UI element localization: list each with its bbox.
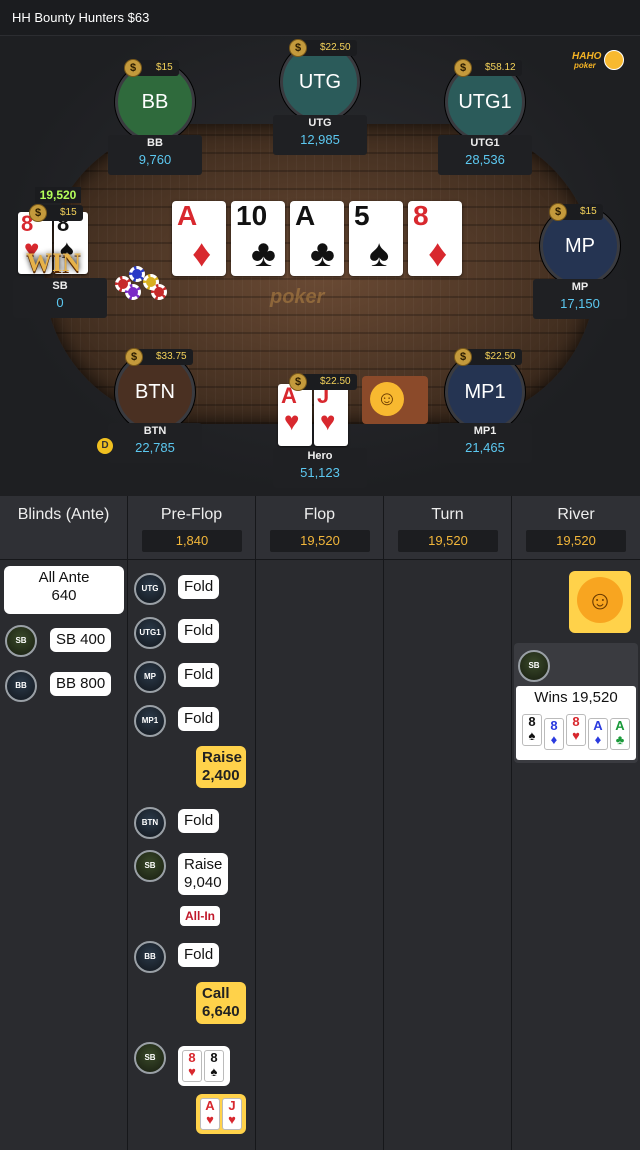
hero-raise-bubble: Raise 2,400 xyxy=(196,746,246,788)
seat-sb-plate: SB 0 xyxy=(13,278,107,318)
all-in-badge: All-In xyxy=(180,906,220,926)
table-title: HH Bounty Hunters $63 xyxy=(12,10,150,25)
seat-mp-plate: MP 17,150 xyxy=(533,279,627,319)
seat-utg-plate: UTG 12,985 xyxy=(273,115,367,155)
money-bag-icon: $ xyxy=(454,348,472,366)
brand-mascot-icon xyxy=(604,50,624,70)
avatar-sb: SB xyxy=(5,625,37,657)
mini-card: 8 ♥ xyxy=(182,1050,202,1082)
hero-card-2: J ♥ xyxy=(314,384,348,446)
emoji-reaction: ☺ xyxy=(569,571,631,633)
emoji-button[interactable]: ☺ xyxy=(362,376,428,424)
table-watermark: poker xyxy=(270,286,325,308)
action-bubble: Fold xyxy=(178,707,220,731)
title-bar: HH Bounty Hunters $63 xyxy=(0,0,640,36)
pot-amount: 19,520 xyxy=(35,187,81,203)
avatar-bb: BB xyxy=(5,670,37,702)
seat-mp1-plate: MP1 21,465 xyxy=(438,423,532,463)
laughing-face-icon: ☺ xyxy=(370,382,404,416)
dealer-button-icon: D xyxy=(97,438,113,454)
money-bag-icon: $ xyxy=(549,203,567,221)
money-bag-icon: $ xyxy=(124,59,142,77)
board-card-1: A ♦ xyxy=(172,201,226,276)
avatar-sb: SB xyxy=(134,1042,166,1074)
win-badge: WIN xyxy=(26,248,81,277)
avatar-utg: UTG xyxy=(134,573,166,605)
wins-bubble: Wins 19,520 8 ♠ 8 ♦ 8 ♥ A ♦ A ♣ xyxy=(516,686,636,760)
action-bubble: Fold xyxy=(178,809,220,833)
money-bag-icon: $ xyxy=(289,373,307,391)
avatar-mp1: MP1 xyxy=(134,705,166,737)
hero-card-1: A ♥ xyxy=(278,384,312,446)
sb-raise-bubble: Raise 9,040 xyxy=(178,853,228,895)
avatar-bb: BB xyxy=(134,941,166,973)
seat-utg1-plate: UTG1 28,536 xyxy=(438,135,532,175)
action-bubble: Fold xyxy=(178,575,220,599)
money-bag-icon: $ xyxy=(454,59,472,77)
money-bag-icon: $ xyxy=(29,204,47,222)
board-card-4: 5 ♠ xyxy=(349,201,403,276)
bb-blind-bubble: BB 800 xyxy=(50,672,112,696)
seat-bb-plate: BB 9,760 xyxy=(108,135,202,175)
hero-call-bubble: Call 6,640 xyxy=(196,982,246,1024)
hero-showdown-bubble: A ♥ J ♥ xyxy=(196,1094,246,1134)
chip-stack-icon xyxy=(115,264,175,300)
seat-btn-plate: BTN 22,785 xyxy=(108,423,202,463)
column-flop: Flop 19,520 xyxy=(256,496,384,1150)
laughing-face-icon: ☺ xyxy=(577,577,623,623)
board-card-3: A ♣ xyxy=(290,201,344,276)
mini-card: A ♥ xyxy=(200,1098,220,1130)
avatar-sb: SB xyxy=(518,650,550,682)
money-bag-icon: $ xyxy=(289,39,307,57)
money-bag-icon: $ xyxy=(125,348,143,366)
action-bubble: Fold xyxy=(178,943,220,967)
ante-bubble: All Ante 640 xyxy=(4,566,124,614)
hand-replay-screen: { "header":{"title":"HH Bounty Hunters $… xyxy=(0,0,640,1150)
sb-showdown-bubble: 8 ♥ 8 ♠ xyxy=(178,1046,230,1086)
avatar-mp: MP xyxy=(134,661,166,693)
avatar-btn: BTN xyxy=(134,807,166,839)
mini-card: J ♥ xyxy=(222,1098,242,1130)
brand-logo: HAHO poker xyxy=(572,50,628,72)
sb-blind-bubble: SB 400 xyxy=(50,628,112,652)
column-turn: Turn 19,520 xyxy=(384,496,512,1150)
board-card-2: 10 ♣ xyxy=(231,201,285,276)
board-card-5: 8 ♦ xyxy=(408,201,462,276)
mini-card: 8 ♠ xyxy=(204,1050,224,1082)
seat-hero-plate: Hero 51,123 xyxy=(273,448,367,488)
avatar-utg1: UTG1 xyxy=(134,617,166,649)
action-bubble: Fold xyxy=(178,619,220,643)
action-bubble: Fold xyxy=(178,663,220,687)
avatar-sb: SB xyxy=(134,850,166,882)
